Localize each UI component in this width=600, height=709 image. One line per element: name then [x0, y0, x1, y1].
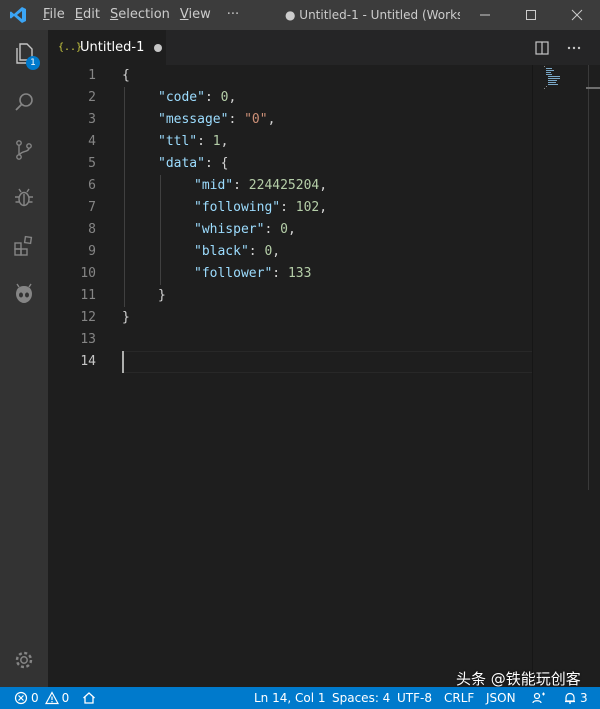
- person-feedback-icon: [532, 692, 545, 704]
- menu-view[interactable]: View: [175, 0, 216, 30]
- split-editor-button[interactable]: [528, 30, 556, 65]
- code-line: {: [122, 68, 130, 83]
- home-icon: [83, 692, 95, 704]
- manage-button[interactable]: [0, 636, 48, 684]
- indent-guide: [124, 87, 125, 307]
- code-line: "ttl": 1,: [158, 134, 229, 149]
- code-line: "black": 0,: [194, 244, 281, 259]
- menu-edit[interactable]: Edit: [70, 0, 105, 30]
- indent-guide: [160, 175, 161, 285]
- menu-selection[interactable]: Selection: [105, 0, 175, 30]
- code-line: }: [122, 310, 130, 325]
- warning-icon: [44, 691, 59, 705]
- scrollbar-track: [588, 65, 589, 490]
- split-editor-icon: [535, 40, 549, 55]
- debug-icon: [15, 188, 33, 207]
- search-icon: [15, 93, 33, 111]
- source-control-icon: [16, 140, 32, 160]
- line-number: 3: [88, 112, 96, 127]
- line-number: 1: [88, 68, 96, 83]
- line-number: 6: [88, 178, 96, 193]
- tab-bar: {..} Untitled-1: [48, 30, 600, 65]
- vscode-logo-icon: [0, 0, 36, 30]
- watermark: 头条 @铁能玩创客: [456, 670, 581, 688]
- source-control-button[interactable]: [0, 126, 48, 174]
- code-line: "message": "0",: [158, 112, 276, 127]
- maximize-icon: [526, 10, 536, 20]
- ellipsis-icon: [567, 46, 581, 49]
- code-line: "data": {: [158, 156, 229, 171]
- eol-setting[interactable]: CRLF: [444, 687, 474, 709]
- line-number: 9: [88, 244, 96, 259]
- line-number: 8: [88, 222, 96, 237]
- maximize-button[interactable]: [508, 0, 554, 30]
- line-number-active: 14: [80, 354, 96, 369]
- gear-icon: [15, 651, 33, 669]
- line-number: 10: [80, 266, 96, 281]
- problems-indicator[interactable]: 0 0: [14, 687, 69, 709]
- close-button[interactable]: [554, 0, 600, 30]
- language-mode[interactable]: JSON: [486, 687, 516, 709]
- line-number: 2: [88, 90, 96, 105]
- cursor-position[interactable]: Ln 14, Col 1: [254, 687, 326, 709]
- notification-count: 3: [580, 691, 588, 705]
- platformio-button[interactable]: [0, 270, 48, 318]
- extensions-button[interactable]: [0, 222, 48, 270]
- menu-more[interactable]: ···: [222, 0, 244, 30]
- minimap-divider: [532, 65, 533, 687]
- line-number: 13: [80, 332, 96, 347]
- code-line: }: [158, 288, 166, 303]
- explorer-badge: 1: [26, 56, 40, 70]
- status-bar: 0 0 Ln 14, Col 1 Spaces: 4 UTF-8 CRLF JS…: [0, 687, 600, 709]
- extensions-icon: [14, 235, 33, 256]
- warning-count: 0: [61, 691, 70, 705]
- code-line: "follower": 133: [194, 266, 312, 281]
- menu-file[interactable]: File: [38, 0, 70, 30]
- text-cursor: [122, 351, 124, 373]
- line-number: 7: [88, 200, 96, 215]
- search-button[interactable]: [0, 78, 48, 126]
- line-number: 4: [88, 134, 96, 149]
- activity-bar: 1: [0, 30, 48, 687]
- code-line: "following": 102,: [194, 200, 328, 215]
- run-debug-button[interactable]: [0, 174, 48, 222]
- remote-button[interactable]: [82, 687, 96, 709]
- notifications-button[interactable]: 3: [563, 687, 588, 709]
- alien-icon: [16, 283, 32, 303]
- code-line: "code": 0,: [158, 90, 237, 105]
- line-number: 11: [80, 288, 96, 303]
- unsaved-dot-icon[interactable]: [154, 43, 163, 52]
- indentation-setting[interactable]: Spaces: 4: [332, 687, 390, 709]
- code-line: "mid": 224425204,: [194, 178, 328, 193]
- window-title: ● Untitled-1 - Untitled (Worksp...: [285, 8, 460, 22]
- explorer-button[interactable]: 1: [0, 30, 48, 78]
- line-number: 12: [80, 310, 96, 325]
- code-line: "whisper": 0,: [194, 222, 296, 237]
- minimize-icon: [480, 14, 490, 16]
- editor-area[interactable]: 1 2 3 4 5 6 7 8 9 10 11 12 13 14 { "code…: [48, 65, 600, 687]
- menu-bar: File Edit Selection View ···: [36, 0, 244, 30]
- minimap[interactable]: [538, 65, 586, 91]
- minimize-button[interactable]: [462, 0, 508, 30]
- error-icon: [14, 691, 28, 705]
- json-file-icon: {..}: [58, 42, 83, 53]
- tab-untitled-1[interactable]: {..} Untitled-1: [48, 30, 166, 65]
- title-bar: File Edit Selection View ··· ● Untitled-…: [0, 0, 600, 30]
- bell-icon: [565, 692, 575, 704]
- more-actions-button[interactable]: [560, 30, 588, 65]
- line-number: 5: [88, 156, 96, 171]
- overview-ruler-marker: [586, 87, 600, 89]
- feedback-button[interactable]: [532, 687, 546, 709]
- close-icon: [571, 9, 583, 21]
- encoding-setting[interactable]: UTF-8: [397, 687, 432, 709]
- error-count: 0: [31, 691, 39, 705]
- tab-label: Untitled-1: [80, 40, 145, 55]
- current-line-highlight: [122, 351, 532, 373]
